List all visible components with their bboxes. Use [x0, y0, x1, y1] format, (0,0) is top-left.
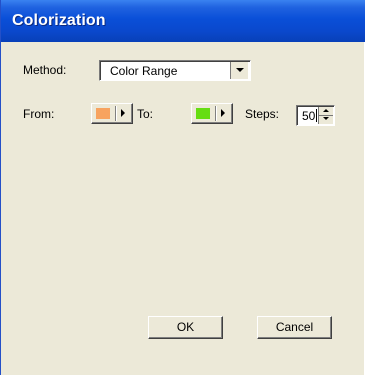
separator: [215, 106, 216, 121]
ok-button[interactable]: OK: [148, 316, 223, 339]
to-color-swatch: [196, 108, 210, 119]
method-selected-value: Color Range: [110, 64, 178, 78]
method-dropdown[interactable]: Color Range: [99, 60, 251, 81]
from-label: From:: [23, 107, 55, 121]
steps-label: Steps:: [245, 107, 280, 121]
chevron-right-icon: [121, 109, 125, 117]
to-color-button[interactable]: [191, 103, 233, 124]
window-title: Colorization: [12, 12, 106, 29]
text-cursor: [316, 109, 317, 122]
chevron-right-icon: [221, 109, 225, 117]
spinner-buttons: [318, 107, 333, 124]
dropdown-button[interactable]: [230, 62, 248, 79]
method-label: Method:: [23, 63, 67, 77]
steps-value[interactable]: 50: [302, 109, 315, 123]
cancel-button[interactable]: Cancel: [257, 316, 332, 339]
chevron-down-icon: [236, 68, 244, 72]
to-label: To:: [137, 107, 154, 121]
colorization-dialog: Colorization Method: Color Range From: T…: [0, 0, 365, 375]
title-bar[interactable]: Colorization: [1, 0, 365, 42]
steps-spinner[interactable]: 50: [296, 105, 335, 126]
from-color-swatch: [96, 108, 110, 119]
spin-down-icon[interactable]: [319, 115, 333, 123]
separator: [115, 106, 116, 121]
from-color-button[interactable]: [91, 103, 133, 124]
